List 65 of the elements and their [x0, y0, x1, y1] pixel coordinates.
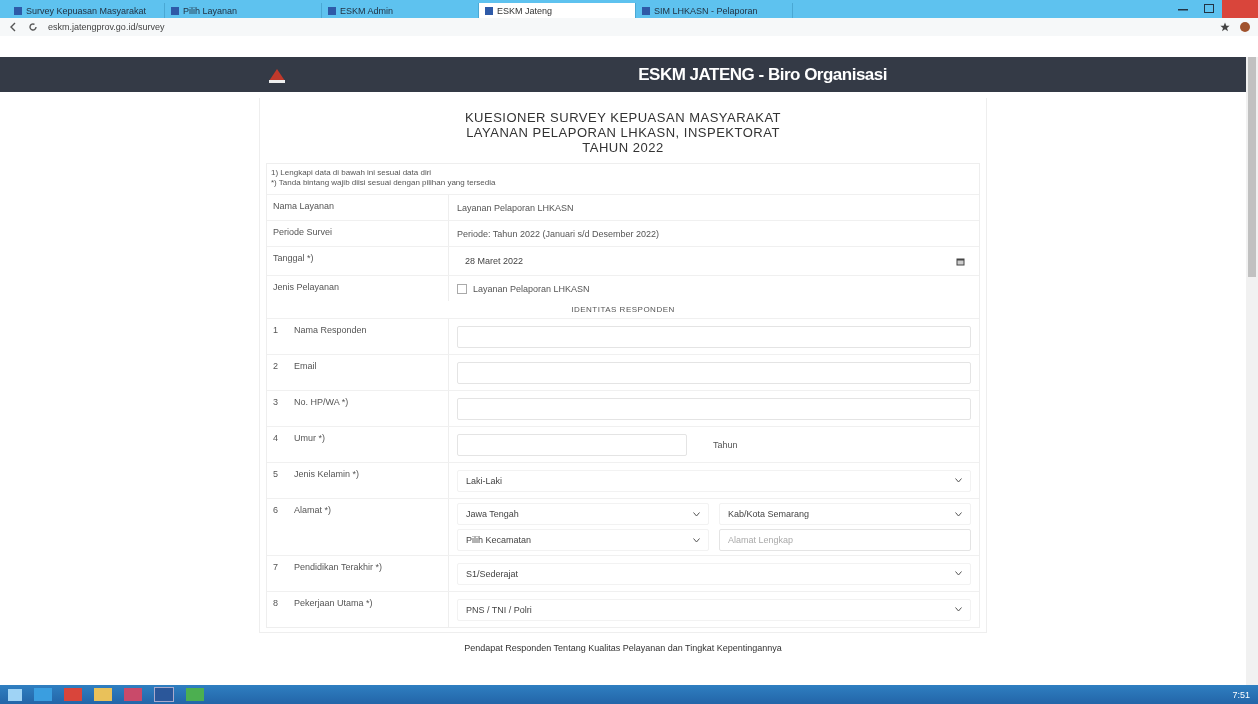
dropdown-field[interactable]: Pilih Kecamatan [457, 529, 709, 551]
text-field[interactable] [457, 325, 971, 348]
dropdown-field[interactable]: Kab/Kota Semarang [719, 503, 971, 525]
caret-icon [955, 478, 962, 483]
favicon-icon [14, 6, 22, 15]
date-field[interactable]: 28 Maret 2022 [457, 251, 971, 271]
star-icon[interactable] [1220, 22, 1230, 32]
text-field[interactable] [457, 361, 971, 384]
question-number: 1 [273, 325, 278, 337]
browser-tab[interactable]: ESKM Jateng [479, 3, 636, 18]
field-label: Periode Survei [273, 227, 333, 239]
field-label: Jenis Kelamin *) [294, 469, 360, 481]
url-field[interactable]: eskm.jatengprov.go.id/survey [48, 22, 165, 32]
field-label: No. HP/WA *) [294, 397, 349, 409]
field-label: Tanggal *) [273, 253, 314, 265]
field-label: Pekerjaan Utama *) [294, 598, 373, 610]
favicon-icon [171, 6, 179, 15]
section-heading: Pendapat Responden Tentang Kualitas Pelayanan dan Tingkat Kepentingannya [464, 642, 782, 653]
clock-text: 7:51 [1232, 689, 1250, 700]
favicon-icon [485, 6, 493, 15]
profile-avatar[interactable] [1240, 22, 1250, 32]
caret-icon [693, 511, 700, 517]
checkbox[interactable] [457, 283, 467, 294]
favicon-icon [642, 6, 650, 15]
unit-label: Tahun [712, 439, 738, 450]
question-number: 7 [273, 562, 278, 574]
reload-icon[interactable] [28, 22, 38, 32]
question-number: 4 [273, 433, 278, 445]
dropdown-field[interactable]: Jawa Tengah [457, 503, 709, 525]
question-number: 8 [273, 598, 278, 610]
dropdown-field[interactable]: S1/Sederajat [457, 562, 971, 585]
field-label: Alamat *) [294, 505, 332, 517]
form-title: LAYANAN PELAPORAN LHKASN, INSPEKTORAT [465, 125, 781, 140]
form-title: KUESIONER SURVEY KEPUASAN MASYARAKAT [463, 110, 783, 125]
note-text: *) Tanda bintang wajib diisi sesuai dengan pilihan yang tersedia [271, 178, 497, 188]
start-icon[interactable] [8, 688, 22, 701]
note-text: 1) Lengkapi data di bawah ini sesuai data diri [271, 168, 433, 178]
text-field[interactable] [457, 397, 971, 420]
question-number: 5 [273, 469, 278, 481]
dropdown-field[interactable]: PNS / TNI / Polri [457, 598, 971, 621]
site-title: ESKM JATENG - Biro Organisasi [638, 64, 887, 85]
section-title: IDENTITAS RESPONDEN [570, 304, 676, 316]
caret-icon [955, 607, 962, 612]
field-label: Nama Layanan [273, 201, 335, 213]
form-title: TAHUN 2022 [581, 140, 665, 155]
field-label: Jenis Pelayanan [273, 282, 340, 294]
field-value: Periode: Tahun 2022 (Januari s/d Desember 2022) [457, 228, 659, 239]
checkbox-label: Layanan Pelaporan LHKASN [473, 283, 590, 294]
question-number: 2 [273, 361, 278, 373]
field-label: Umur *) [294, 433, 325, 445]
dropdown-field[interactable]: Laki-Laki [457, 469, 971, 492]
caret-icon [955, 511, 962, 517]
question-number: 3 [273, 397, 278, 409]
scrollbar[interactable] [1246, 57, 1258, 685]
field-label: Nama Responden [294, 325, 367, 337]
field-label: Email [294, 361, 317, 373]
favicon-icon [328, 6, 336, 15]
caret-icon [693, 537, 700, 543]
calendar-icon[interactable] [956, 256, 965, 266]
field-label: Pendidikan Terakhir *) [294, 562, 382, 574]
question-number: 6 [273, 505, 278, 517]
back-icon[interactable] [8, 22, 18, 32]
caret-icon [955, 571, 962, 576]
field-value: Layanan Pelaporan LHKASN [457, 202, 574, 213]
text-field[interactable] [457, 433, 687, 456]
